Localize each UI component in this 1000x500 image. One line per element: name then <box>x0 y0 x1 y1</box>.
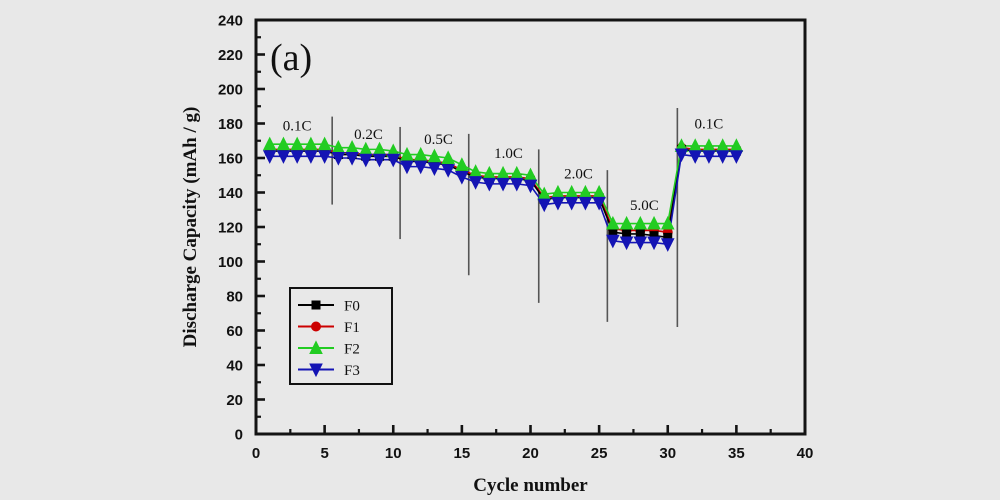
figure-container: 0 20 40 60 80 100 120 140 160 180 200 220 240 0 5 10 15 2… <box>0 0 1000 500</box>
y-tick-label: 80 <box>226 289 243 306</box>
x-axis-title: Cycle number <box>473 475 588 496</box>
x-tick-label: 15 <box>454 445 471 462</box>
rate-annotation-label: 5.0C <box>630 198 659 214</box>
discharge-capacity-chart: 0 20 40 60 80 100 120 140 160 180 200 220 240 0 5 10 15 2… <box>180 13 814 497</box>
legend-label: F3 <box>344 363 360 379</box>
rate-annotation-label: 0.5C <box>424 132 453 148</box>
y-tick-label: 20 <box>226 392 243 409</box>
data-point <box>537 198 552 213</box>
x-tick-label: 25 <box>591 445 608 462</box>
y-axis-title: Discharge Capacity (mAh / g) <box>180 107 201 348</box>
y-tick-label: 140 <box>218 185 243 202</box>
legend-label: F2 <box>344 342 360 358</box>
rate-annotation-label: 1.0C <box>494 146 523 162</box>
y-tick-label: 120 <box>218 220 243 237</box>
legend-label: F1 <box>344 320 360 336</box>
data-point <box>455 157 469 171</box>
y-tick-label: 220 <box>218 47 243 64</box>
rate-annotation-label: 0.2C <box>354 127 383 143</box>
panel-label: (a) <box>270 37 312 79</box>
rate-annotation-label: 0.1C <box>283 118 312 134</box>
y-tick-label: 40 <box>226 358 243 375</box>
y-tick-label: 100 <box>218 254 243 271</box>
y-tick-label: 180 <box>218 116 243 133</box>
x-tick-label: 5 <box>320 445 328 462</box>
x-tick-label: 40 <box>797 445 814 462</box>
y-tick-label: 0 <box>235 427 243 444</box>
y-tick-label: 60 <box>226 323 243 340</box>
x-tick-label: 30 <box>659 445 676 462</box>
rate-annotation-label: 0.1C <box>695 117 724 133</box>
x-tick-label: 35 <box>728 445 745 462</box>
x-tick-label: 0 <box>252 445 260 462</box>
data-point <box>660 238 675 252</box>
x-tick-label: 10 <box>385 445 402 462</box>
data-point <box>441 164 455 178</box>
legend-marker <box>311 321 321 332</box>
data-point <box>468 164 483 178</box>
y-tick-label: 160 <box>218 151 243 168</box>
y-tick-label: 240 <box>218 13 243 30</box>
legend-marker <box>311 300 321 310</box>
data-point <box>455 170 469 185</box>
x-tick-label: 20 <box>522 445 539 462</box>
legend-label: F0 <box>344 299 360 315</box>
rate-annotation-label: 2.0C <box>564 167 593 183</box>
y-tick-label: 200 <box>218 82 243 99</box>
